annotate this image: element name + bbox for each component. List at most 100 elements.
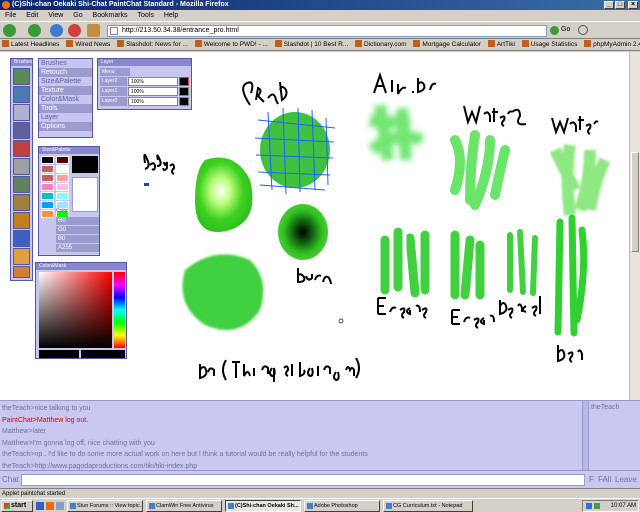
menu-item-texture[interactable]: Texture [39, 86, 92, 95]
bookmark-arttiki[interactable]: ArtTiki [486, 39, 515, 50]
palette-swatch[interactable] [41, 210, 54, 218]
menu-view[interactable]: View [48, 12, 63, 19]
menu-go[interactable]: Go [73, 12, 82, 19]
menu-item-retouch[interactable]: Retouch [39, 68, 92, 77]
bookmark-slashdot-best[interactable]: Slashdot | 10 Best R... [273, 39, 349, 50]
tray-network-icon[interactable] [586, 503, 592, 509]
bookmark-mortgage[interactable]: Mortgage Calculator [411, 39, 481, 50]
hue-slider[interactable] [114, 272, 125, 348]
mask-color-box-2[interactable] [81, 350, 125, 358]
brush-dodge-icon[interactable] [13, 194, 30, 211]
layer-row[interactable]: Layer0 100% [100, 97, 189, 106]
layer-visibility-icon[interactable] [179, 97, 189, 106]
taskbar-item[interactable]: Stun Forums :: View topic... [67, 500, 143, 512]
brush-airbrush-icon[interactable] [13, 122, 30, 139]
page-scrollbar-thumb[interactable] [631, 152, 639, 252]
brush-pen-icon[interactable] [13, 68, 30, 85]
green-value[interactable]: G0 [56, 226, 99, 234]
go-icon[interactable] [550, 26, 559, 35]
quicklaunch-ie-icon[interactable] [36, 502, 44, 510]
brush-water-icon[interactable] [13, 86, 30, 103]
brush-fill-icon[interactable] [13, 248, 30, 265]
tray-antivirus-icon[interactable] [594, 503, 600, 509]
menu-item-options[interactable]: Options [39, 122, 92, 131]
brush-blur-icon[interactable] [13, 230, 30, 247]
mask-color-box[interactable] [39, 350, 79, 358]
palette-swatch[interactable] [41, 156, 54, 164]
layer-visibility-icon[interactable] [179, 77, 189, 86]
url-bar[interactable]: http://213.50.34.38/entrance_pro.html [107, 25, 547, 37]
quicklaunch-desktop-icon[interactable] [56, 502, 64, 510]
menu-item-layer[interactable]: Layer [39, 113, 92, 122]
palette-swatch[interactable] [56, 156, 69, 164]
reload-icon[interactable] [50, 24, 63, 37]
palette-swatch[interactable] [56, 174, 69, 182]
brush-pencil-icon[interactable] [13, 104, 30, 121]
menu-item-color-mask[interactable]: Color&Mask [39, 95, 92, 104]
fall-button[interactable]: FAll [598, 475, 611, 484]
palette-swatch[interactable] [56, 183, 69, 191]
layer-visibility-icon[interactable] [179, 87, 189, 96]
palette-swatch[interactable] [56, 192, 69, 200]
taskbar-item[interactable]: CG Curriculum.txt - Notepad [383, 500, 473, 512]
blue-value[interactable]: B0 [56, 235, 99, 243]
palette-swatch[interactable] [41, 165, 54, 173]
menu-tools[interactable]: Tools [138, 12, 154, 19]
bookmark-usage-stats[interactable]: Usage Statistics [520, 39, 578, 50]
menu-item-size-palette[interactable]: Size&Palette [39, 77, 92, 86]
bookmark-latest-headlines[interactable]: Latest Headlines [0, 39, 59, 50]
bookmark-pwd[interactable]: Welcome to PWD! - ... [193, 39, 268, 50]
menu-item-brushes[interactable]: Brushes [39, 59, 92, 68]
quicklaunch-firefox-icon[interactable] [46, 502, 54, 510]
f-button[interactable]: F [589, 475, 594, 484]
home-icon[interactable] [87, 24, 100, 37]
close-button[interactable]: × [628, 1, 638, 9]
go-button-label[interactable]: Go [561, 26, 570, 33]
bookmark-phpmyadmin[interactable]: phpMyAdmin 2.4.0 [582, 39, 640, 50]
palette-swatch[interactable] [41, 201, 54, 209]
minimize-button[interactable]: _ [604, 1, 614, 9]
user-item[interactable]: theTeach [591, 404, 638, 411]
layer-menu-button[interactable]: Menu [100, 68, 130, 76]
color-label: Color [56, 208, 68, 214]
layer-opacity[interactable]: 100% [128, 97, 178, 106]
taskbar-item[interactable]: Adobe Photoshop [304, 500, 380, 512]
layer-row[interactable]: Layer1 100% [100, 87, 189, 96]
size-palette-panel: Size&Palette Color R0 G0 B0 A255 [38, 146, 100, 256]
stop-icon[interactable] [68, 24, 81, 37]
chat-input[interactable] [21, 474, 585, 486]
palette-swatch[interactable] [56, 165, 69, 173]
menu-file[interactable]: File [5, 12, 16, 19]
color-picker-square[interactable] [39, 272, 112, 348]
menu-item-tools[interactable]: Tools [39, 104, 92, 113]
brush-burn-icon[interactable] [13, 212, 30, 229]
brush-misc-icon[interactable] [13, 266, 30, 278]
menu-bookmarks[interactable]: Bookmarks [93, 12, 128, 19]
menu-edit[interactable]: Edit [26, 12, 38, 19]
search-icon[interactable] [578, 25, 588, 35]
start-button[interactable]: start [1, 500, 33, 512]
paint-canvas-area[interactable]: Brushes Brushes Retouch Size&Palette Tex… [0, 52, 629, 400]
back-icon[interactable] [3, 24, 16, 37]
forward-icon[interactable] [28, 24, 41, 37]
brush-eraser-icon[interactable] [13, 140, 30, 157]
layer-row[interactable]: Layer2 100% [100, 77, 189, 86]
red-value[interactable]: R0 [56, 217, 99, 225]
bookmark-dictionary[interactable]: Dictionary.com [353, 39, 407, 50]
palette-swatch[interactable] [41, 174, 54, 182]
leave-button[interactable]: Leave [615, 475, 637, 484]
layer-opacity[interactable]: 100% [128, 87, 178, 96]
page-scrollbar[interactable] [629, 52, 640, 400]
palette-swatch[interactable] [41, 192, 54, 200]
bookmark-slashdot[interactable]: Slashdot: News for ... [115, 39, 188, 50]
maximize-button[interactable]: □ [615, 1, 625, 9]
alpha-value[interactable]: A255 [56, 244, 99, 252]
palette-swatch[interactable] [41, 183, 54, 191]
menu-help[interactable]: Help [164, 12, 178, 19]
taskbar-item-active[interactable]: (C)Shi-chan Oekaki Sh... [225, 500, 301, 512]
brush-grad-icon[interactable] [13, 176, 30, 193]
bookmark-wired-news[interactable]: Wired News [64, 39, 110, 50]
brush-eraser2-icon[interactable] [13, 158, 30, 175]
taskbar-item[interactable]: ClamWin Free Antivirus [146, 500, 222, 512]
layer-opacity[interactable]: 100% [128, 77, 178, 86]
